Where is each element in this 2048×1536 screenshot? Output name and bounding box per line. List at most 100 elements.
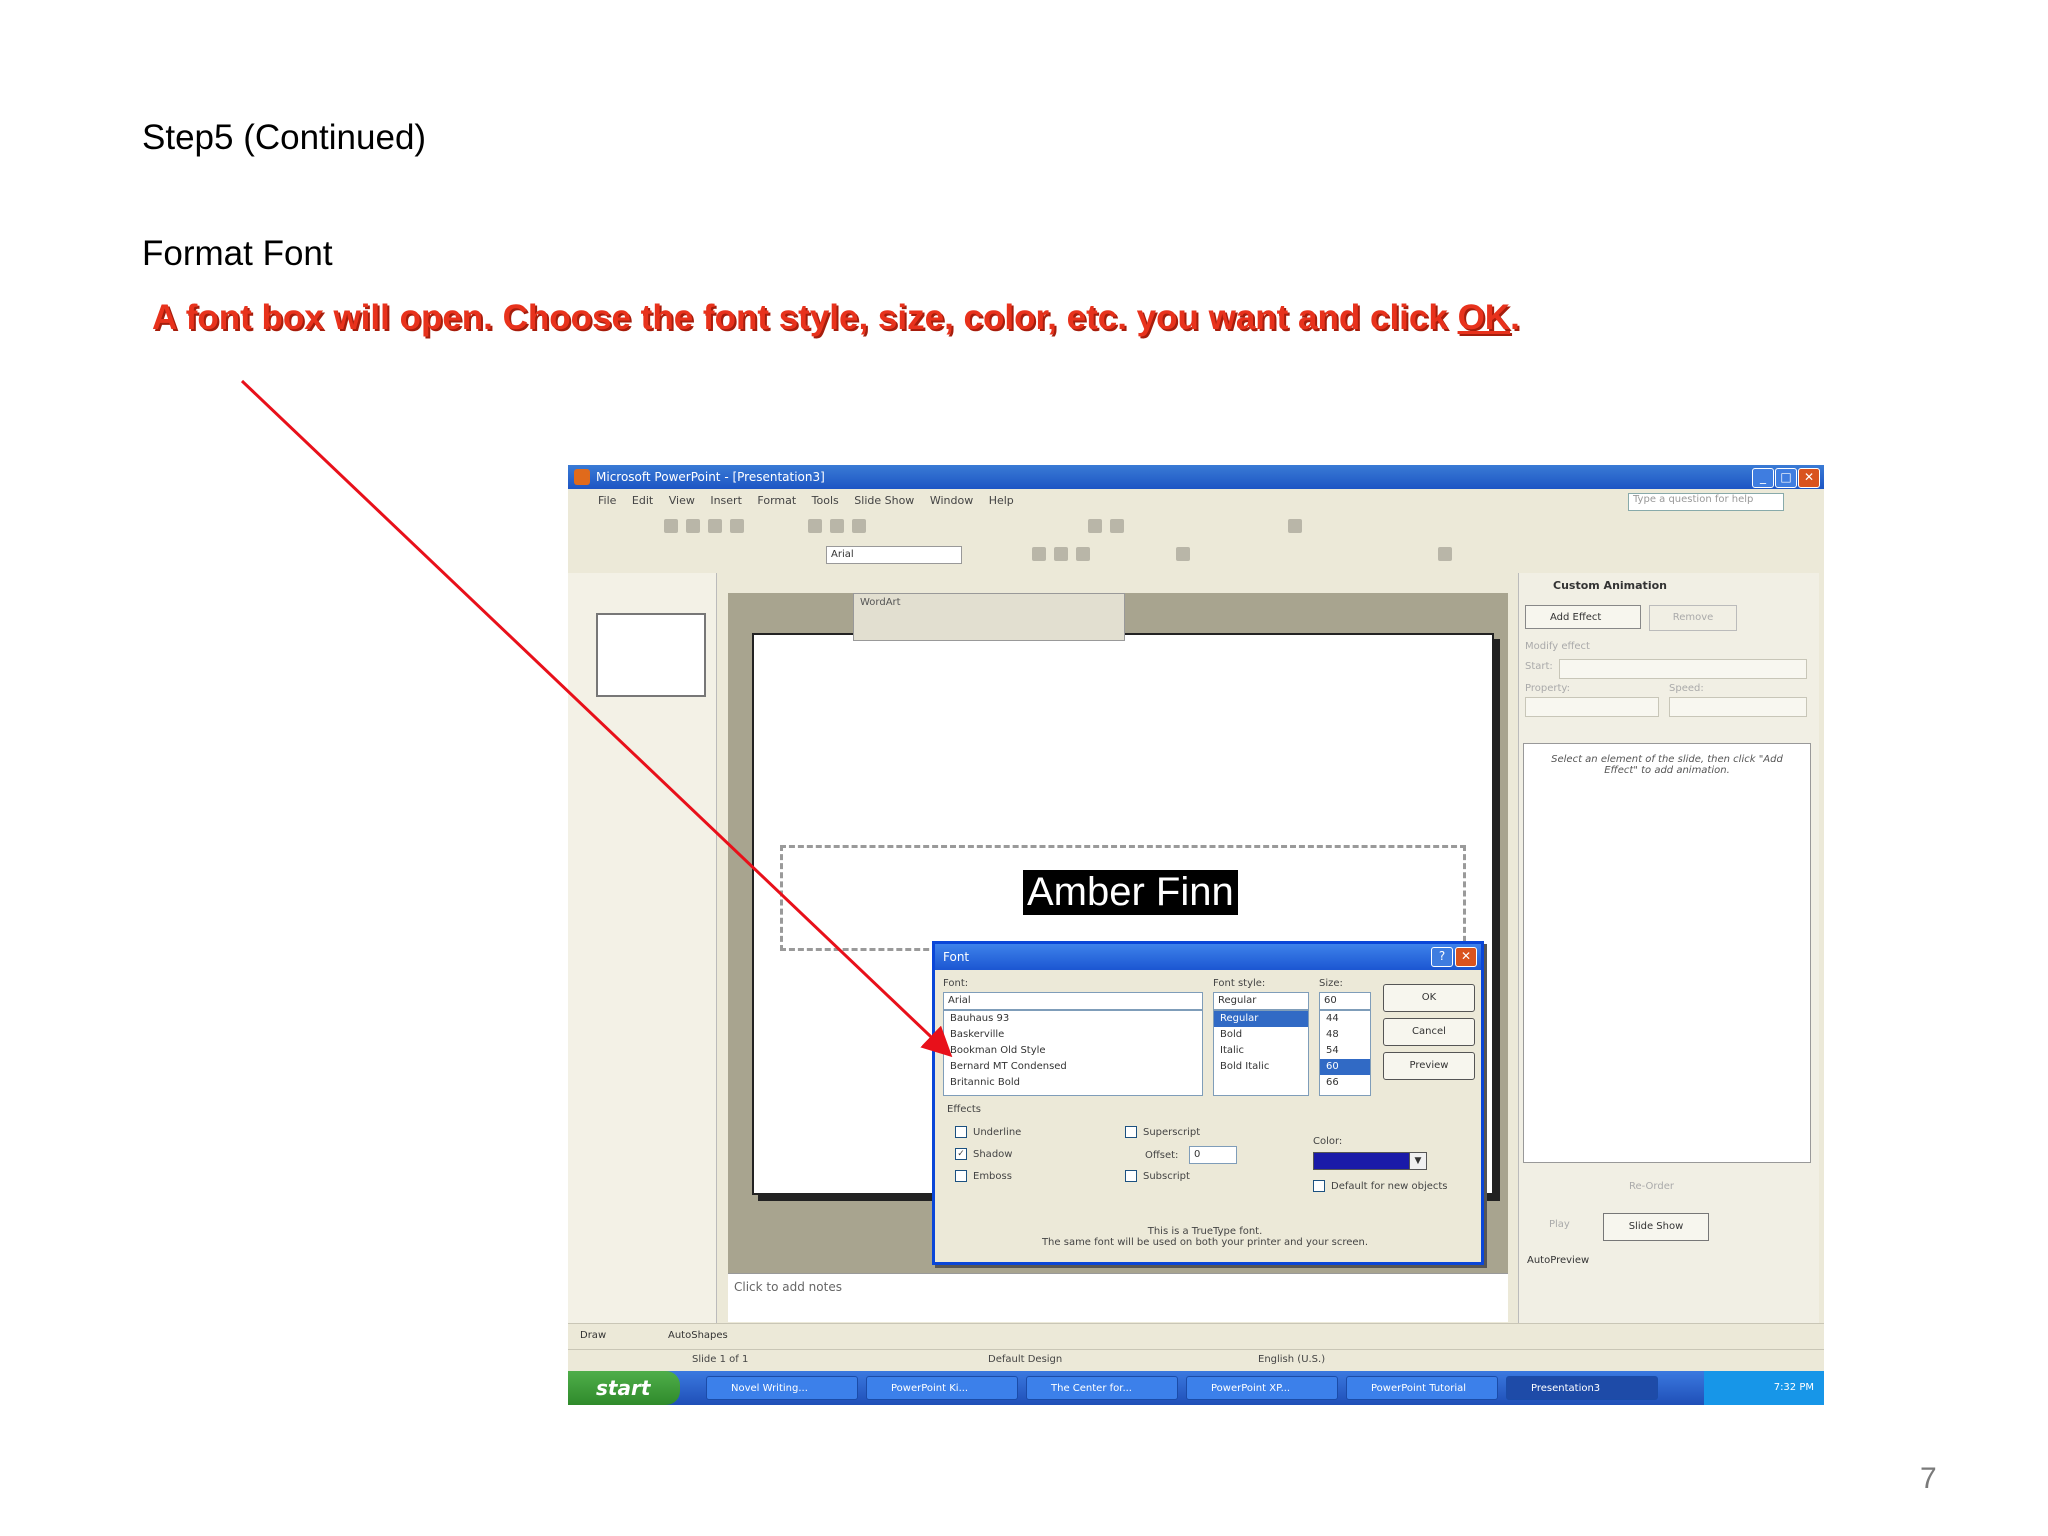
- instruction-suffix: .: [1510, 298, 1520, 337]
- cut-icon[interactable]: [808, 519, 822, 533]
- checkbox-icon: [1125, 1126, 1137, 1138]
- font-name-input[interactable]: Arial: [826, 546, 962, 564]
- autoshapes-menu[interactable]: AutoShapes: [668, 1330, 728, 1341]
- size-item[interactable]: 48: [1320, 1027, 1370, 1043]
- subscript-checkbox[interactable]: Subscript: [1125, 1170, 1190, 1182]
- start-button[interactable]: start: [568, 1371, 680, 1405]
- task-pane-title: Custom Animation: [1553, 579, 1667, 592]
- size-item[interactable]: 54: [1320, 1043, 1370, 1059]
- taskbar-item[interactable]: PowerPoint Tutorial: [1346, 1376, 1498, 1400]
- play-button[interactable]: Play: [1549, 1219, 1570, 1230]
- shadow-label: Shadow: [973, 1149, 1013, 1160]
- ok-button[interactable]: OK: [1383, 984, 1475, 1012]
- help-search-input[interactable]: Type a question for help: [1628, 493, 1784, 511]
- menu-slide-show[interactable]: Slide Show: [854, 494, 914, 507]
- reorder-label[interactable]: Re-Order: [1629, 1181, 1674, 1192]
- size-item[interactable]: 44: [1320, 1011, 1370, 1027]
- cancel-button[interactable]: Cancel: [1383, 1018, 1475, 1046]
- open-icon[interactable]: [686, 519, 700, 533]
- default-new-objects-checkbox[interactable]: Default for new objects: [1313, 1180, 1448, 1192]
- selected-slide-text[interactable]: Amber Finn: [1023, 870, 1238, 915]
- draw-menu[interactable]: Draw: [580, 1330, 606, 1341]
- font-style-input[interactable]: Regular: [1213, 992, 1309, 1010]
- menu-file[interactable]: File: [598, 494, 616, 507]
- autopreview-checkbox[interactable]: AutoPreview: [1527, 1255, 1589, 1266]
- notes-pane[interactable]: Click to add notes: [728, 1273, 1508, 1322]
- close-icon[interactable]: ✕: [1798, 468, 1820, 488]
- menu-insert[interactable]: Insert: [710, 494, 742, 507]
- start-select[interactable]: [1559, 659, 1807, 679]
- wordart-toolbar-title: WordArt: [860, 597, 901, 608]
- taskbar-item[interactable]: Novel Writing...: [706, 1376, 858, 1400]
- font-input[interactable]: Arial: [943, 992, 1203, 1010]
- menu-edit[interactable]: Edit: [632, 494, 653, 507]
- property-select[interactable]: [1525, 697, 1659, 717]
- chevron-down-icon[interactable]: ▼: [1409, 1152, 1427, 1170]
- font-color-picker[interactable]: [1313, 1152, 1411, 1170]
- save-icon[interactable]: [708, 519, 722, 533]
- offset-input[interactable]: 0: [1189, 1146, 1237, 1164]
- new-icon[interactable]: [664, 519, 678, 533]
- maximize-icon[interactable]: □: [1775, 468, 1797, 488]
- align-center-icon[interactable]: [1176, 547, 1190, 561]
- window-title: Microsoft PowerPoint - [Presentation3]: [596, 470, 825, 484]
- status-design: Default Design: [988, 1354, 1063, 1365]
- font-style-list[interactable]: Regular Bold Italic Bold Italic: [1213, 1010, 1309, 1096]
- size-item-selected[interactable]: 60: [1320, 1059, 1370, 1075]
- menu-view[interactable]: View: [669, 494, 695, 507]
- status-slide-count: Slide 1 of 1: [692, 1354, 749, 1365]
- menu-format[interactable]: Format: [757, 494, 796, 507]
- menu-tools[interactable]: Tools: [812, 494, 839, 507]
- font-style-item[interactable]: Bold Italic: [1214, 1059, 1308, 1075]
- font-style-label: Font style:: [1213, 978, 1266, 989]
- animation-list[interactable]: Select an element of the slide, then cli…: [1523, 743, 1811, 1163]
- underline-checkbox[interactable]: Underline: [955, 1126, 1021, 1138]
- font-list-item[interactable]: Britannic Bold: [944, 1075, 1202, 1091]
- font-list-item[interactable]: Bauhaus 93: [944, 1011, 1202, 1027]
- slide-thumbnail[interactable]: [596, 613, 706, 697]
- title-bar: Microsoft PowerPoint - [Presentation3] _…: [568, 465, 1824, 489]
- help-icon[interactable]: ?: [1431, 947, 1453, 967]
- taskbar-item[interactable]: PowerPoint XP...: [1186, 1376, 1338, 1400]
- insert-table-icon[interactable]: [1110, 519, 1124, 533]
- font-style-item[interactable]: Italic: [1214, 1043, 1308, 1059]
- title-text-box[interactable]: Amber Finn: [780, 845, 1466, 951]
- taskbar-item[interactable]: The Center for...: [1026, 1376, 1178, 1400]
- superscript-checkbox[interactable]: Superscript: [1125, 1126, 1200, 1138]
- emboss-checkbox[interactable]: Emboss: [955, 1170, 1012, 1182]
- taskbar-item[interactable]: PowerPoint Ki...: [866, 1376, 1018, 1400]
- italic-icon[interactable]: [1054, 547, 1068, 561]
- remove-button[interactable]: Remove: [1649, 605, 1737, 631]
- size-input[interactable]: 60: [1319, 992, 1371, 1010]
- size-list[interactable]: 44 48 54 60 66: [1319, 1010, 1371, 1096]
- speed-select[interactable]: [1669, 697, 1807, 717]
- slide-show-button[interactable]: Slide Show: [1603, 1213, 1709, 1241]
- font-list-item[interactable]: Bernard MT Condensed: [944, 1059, 1202, 1075]
- font-list[interactable]: Bauhaus 93 Baskerville Bookman Old Style…: [943, 1010, 1203, 1096]
- print-icon[interactable]: [730, 519, 744, 533]
- taskbar-item-active[interactable]: Presentation3: [1506, 1376, 1658, 1400]
- copy-icon[interactable]: [830, 519, 844, 533]
- font-list-item[interactable]: Bookman Old Style: [944, 1043, 1202, 1059]
- size-item[interactable]: 66: [1320, 1075, 1370, 1091]
- paste-icon[interactable]: [852, 519, 866, 533]
- note-line-1: This is a TrueType font.: [1147, 1226, 1263, 1237]
- bold-icon[interactable]: [1032, 547, 1046, 561]
- font-color-icon[interactable]: [1438, 547, 1452, 561]
- preview-button[interactable]: Preview: [1383, 1052, 1475, 1080]
- underline-icon[interactable]: [1076, 547, 1090, 561]
- minimize-icon[interactable]: _: [1752, 468, 1774, 488]
- add-effect-button[interactable]: Add Effect: [1525, 605, 1641, 629]
- shadow-checkbox[interactable]: ✓ Shadow: [955, 1148, 1012, 1160]
- superscript-label: Superscript: [1143, 1127, 1201, 1138]
- menu-help[interactable]: Help: [989, 494, 1014, 507]
- font-style-item[interactable]: Bold: [1214, 1027, 1308, 1043]
- zoom-icon[interactable]: [1288, 519, 1302, 533]
- insert-chart-icon[interactable]: [1088, 519, 1102, 533]
- dialog-close-icon[interactable]: ✕: [1455, 947, 1477, 967]
- font-list-item[interactable]: Baskerville: [944, 1027, 1202, 1043]
- step-heading: Step5 (Continued): [142, 118, 427, 157]
- font-style-item-selected[interactable]: Regular: [1214, 1011, 1308, 1027]
- menu-window[interactable]: Window: [930, 494, 973, 507]
- font-label: Font:: [943, 978, 969, 989]
